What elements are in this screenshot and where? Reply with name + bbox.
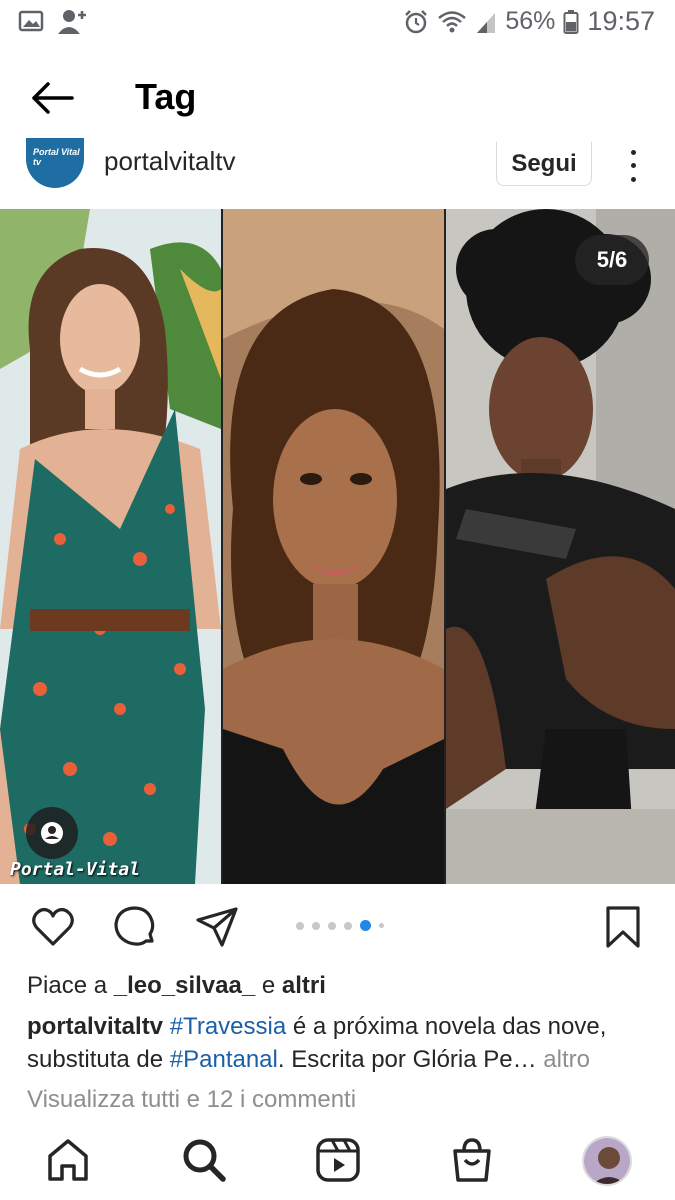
- photo-woman-curly-hair: [223, 209, 444, 884]
- share-icon: [196, 907, 238, 947]
- profile-avatar: [584, 1138, 630, 1184]
- hashtag-travessia[interactable]: #Travessia: [170, 1013, 286, 1040]
- clock: 19:57: [587, 6, 655, 36]
- carousel-dot: [379, 923, 384, 928]
- signal-icon: [477, 12, 496, 33]
- post-media-carousel[interactable]: 5/6 Portal-Vital: [0, 209, 675, 884]
- share-button[interactable]: [194, 904, 240, 950]
- carousel-counter: 5/6: [575, 235, 649, 285]
- search-icon: [183, 1139, 226, 1182]
- carousel-indicator: [296, 920, 384, 931]
- bookmark-icon: [606, 906, 640, 948]
- likes-middle: e: [261, 972, 276, 999]
- nav-search-button[interactable]: [180, 1136, 228, 1184]
- alarm-icon: [405, 9, 428, 33]
- carousel-dot-active: [360, 920, 371, 931]
- carousel-dot: [296, 921, 304, 930]
- post-username[interactable]: portalvitaltv: [104, 146, 236, 177]
- save-button[interactable]: [600, 904, 646, 950]
- arrow-left-icon: [32, 82, 74, 114]
- carousel-dot: [344, 921, 352, 930]
- likes-prefix: Piace a: [27, 972, 108, 999]
- comment-icon: [114, 906, 155, 946]
- likes-summary[interactable]: Piace a _leo_silvaa_ e altri: [27, 972, 326, 1000]
- heart-icon: [32, 907, 74, 946]
- nav-home-button[interactable]: [44, 1136, 92, 1184]
- back-button[interactable]: [28, 78, 76, 118]
- more-options-button[interactable]: [620, 146, 646, 186]
- wifi-icon: [438, 10, 467, 32]
- follow-button[interactable]: Segui: [496, 142, 592, 186]
- carousel-dot: [312, 921, 320, 930]
- nav-shop-button[interactable]: [448, 1136, 496, 1184]
- bottom-navigation: [0, 1128, 675, 1200]
- caption-text-2: . Escrita por Glória Pe…: [277, 1046, 537, 1073]
- reels-icon: [316, 1138, 360, 1182]
- hashtag-pantanal[interactable]: #Pantanal: [170, 1046, 278, 1073]
- photo-woman-afro-black-outfit: [446, 209, 675, 884]
- post-author-avatar[interactable]: Portal Vital tv: [26, 138, 84, 188]
- view-all-comments-link[interactable]: Visualizza tutti e 12 i commenti: [27, 1086, 356, 1114]
- like-button[interactable]: [30, 904, 76, 950]
- nav-reels-button[interactable]: [314, 1136, 362, 1184]
- vertical-ellipsis-icon: [630, 150, 636, 156]
- battery-percent: 56%: [505, 7, 556, 35]
- shop-icon: [453, 1138, 491, 1182]
- carousel-dot: [328, 921, 336, 930]
- post-caption: portalvitaltv #Travessia é a próxima nov…: [27, 1010, 652, 1076]
- tagged-users-button[interactable]: [26, 807, 78, 859]
- status-left-icons: [18, 8, 88, 34]
- caption-username[interactable]: portalvitaltv: [27, 1013, 163, 1040]
- status-right: 56% 19:57: [403, 6, 655, 37]
- likes-others[interactable]: altri: [282, 972, 326, 999]
- caption-more-link[interactable]: altro: [543, 1046, 590, 1073]
- nav-profile-avatar[interactable]: [582, 1136, 632, 1186]
- comment-button[interactable]: [112, 904, 158, 950]
- image-icon: [18, 10, 44, 32]
- status-bar: 56% 19:57: [0, 0, 675, 44]
- post-actions: [0, 896, 675, 958]
- top-header: Tag: [0, 60, 675, 138]
- person-add-icon: [58, 10, 86, 34]
- watermark: Portal-Vital: [10, 859, 141, 880]
- battery-icon: [563, 9, 579, 34]
- post-header: Portal Vital tv portalvitaltv Segui: [0, 138, 675, 204]
- avatar-logo-text: Portal Vital tv: [33, 147, 80, 167]
- likes-user[interactable]: _leo_silvaa_: [114, 972, 255, 999]
- photo-woman-floral-dress: [0, 209, 221, 884]
- person-tag-icon: [41, 822, 63, 844]
- home-icon: [48, 1139, 88, 1181]
- page-title: Tag: [135, 76, 197, 117]
